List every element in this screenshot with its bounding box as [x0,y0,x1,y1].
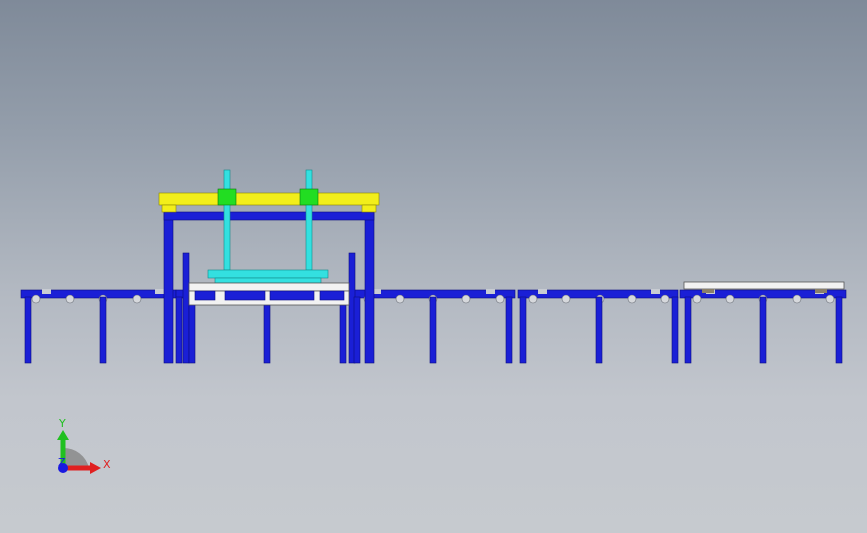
y-axis-head [57,430,69,440]
lifter-rod-left [223,169,231,271]
inner-guide-left [182,252,190,364]
x-axis-label: X [103,458,111,471]
gantry-beam [158,192,380,213]
lifter-plate [207,269,329,279]
gantry-post-left [163,211,174,364]
cad-graphics-viewport[interactable]: Y X Z [0,0,867,533]
conveyor-gantry-model[interactable]: Y X Z [0,0,867,533]
gantry-post-right [364,211,375,364]
coordinate-triad: Y X Z [57,417,111,474]
lifter-rod-right [305,169,313,271]
carriage-left [217,188,237,206]
z-axis-label: Z [58,456,66,469]
carriage-right [299,188,319,206]
pallet-under-gantry [188,282,350,306]
gantry-crossbar [163,211,375,221]
conveyor-legs [24,296,843,364]
x-axis-head [90,462,101,474]
y-axis-label: Y [58,417,66,430]
lifter-assembly [207,169,329,284]
